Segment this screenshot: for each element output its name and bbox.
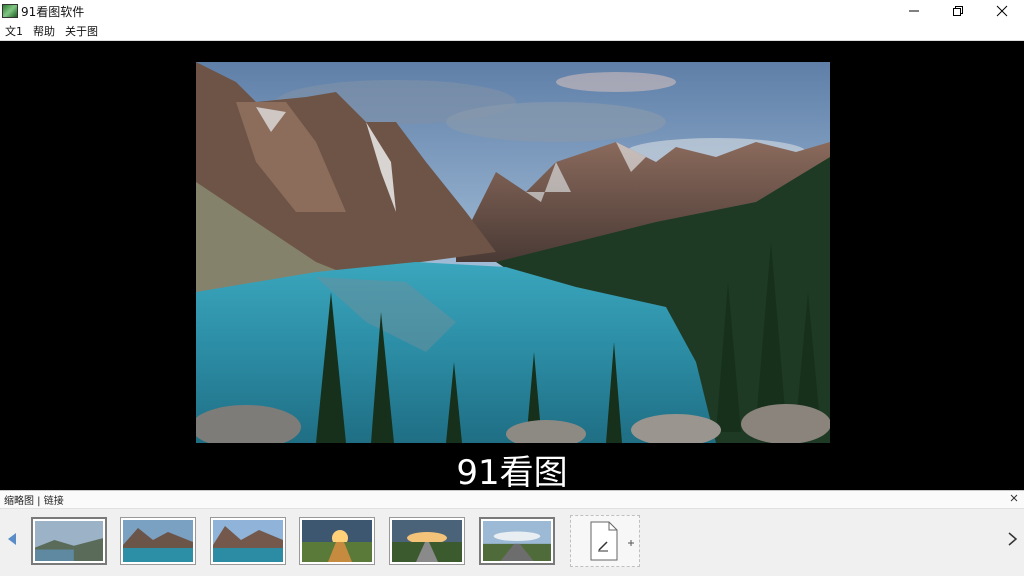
close-button[interactable] — [980, 0, 1024, 22]
thumbnail-6[interactable] — [479, 517, 555, 565]
main-photo[interactable] — [196, 62, 830, 443]
restore-button[interactable] — [936, 0, 980, 22]
close-icon — [996, 5, 1008, 17]
menu-item-about[interactable]: 关于图 — [60, 23, 103, 39]
window-title: 91看图软件 — [21, 4, 85, 19]
restore-icon — [953, 6, 963, 16]
image-viewer[interactable]: 91看图 — [0, 41, 1024, 493]
menu-item-file[interactable]: 文1 — [0, 23, 28, 39]
thumbnail-1[interactable] — [31, 517, 107, 565]
minimize-button[interactable] — [892, 0, 936, 22]
thumbnail-3[interactable] — [210, 517, 286, 565]
next-button[interactable] — [1006, 531, 1018, 550]
filmstrip-close-button[interactable] — [1010, 494, 1018, 505]
menu-item-help[interactable]: 帮助 — [28, 23, 60, 39]
chevron-right-icon — [1008, 532, 1018, 546]
app-icon — [2, 4, 18, 18]
filmstrip-header: 缩略图 | 链接 — [0, 491, 1024, 509]
thumbnail-4[interactable] — [299, 517, 375, 565]
add-file-icon — [590, 521, 634, 561]
minimize-icon — [909, 10, 919, 12]
filmstrip-title: 缩略图 | 链接 — [4, 496, 64, 507]
thumbnail-5[interactable] — [389, 517, 465, 565]
image-caption: 91看图 — [456, 453, 568, 493]
title-bar: 91看图软件 — [0, 0, 1024, 22]
close-icon — [1010, 494, 1018, 502]
add-image-tile[interactable] — [570, 515, 640, 567]
filmstrip-panel: 缩略图 | 链接 — [0, 490, 1024, 576]
previous-button[interactable] — [6, 531, 18, 550]
menu-bar: 文1 帮助 关于图 — [0, 22, 1024, 41]
thumbnail-2[interactable] — [120, 517, 196, 565]
chevron-left-icon — [8, 533, 16, 545]
